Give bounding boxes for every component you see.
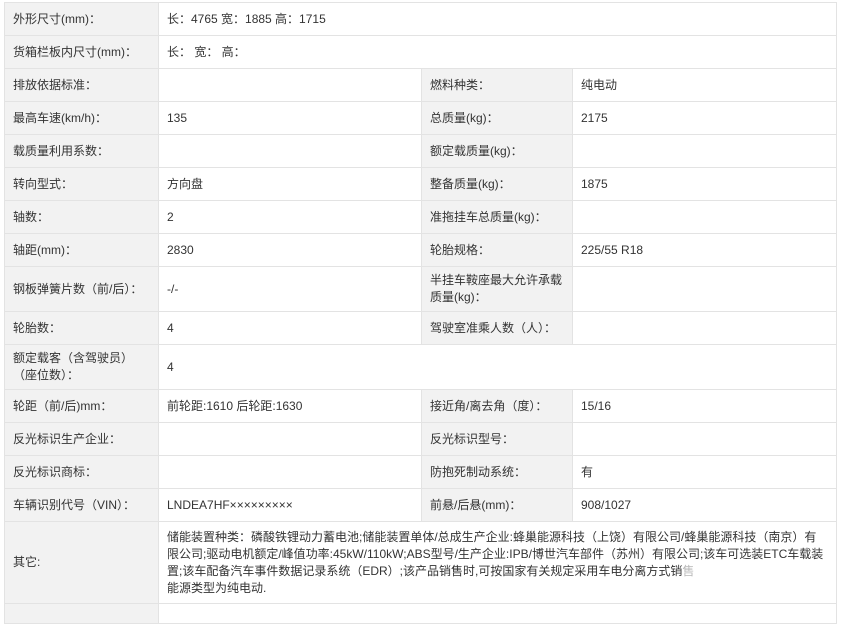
spec-label: 额定载客（含驾驶员）（座位数）： bbox=[4, 344, 159, 390]
spec-value: 长： 宽： 高： bbox=[157, 35, 838, 69]
table-row: 载质量利用系数： 额定载质量(kg)： bbox=[4, 134, 838, 168]
spec-label: 转向型式： bbox=[4, 167, 159, 201]
table-row: 轮胎数： 4 驾驶室准乘人数（人）： bbox=[4, 311, 838, 345]
spec-value: 前轮距:1610 后轮距:1630 bbox=[158, 389, 422, 423]
vehicle-spec-table: 外形尺寸(mm)： 长：4765 宽：1885 高：1715 货箱栏板内尺寸(m… bbox=[4, 2, 838, 624]
spec-value bbox=[158, 422, 422, 456]
spec-label: 前悬/后悬(mm)： bbox=[421, 488, 573, 522]
table-row: 排放依据标准： 燃料种类： 纯电动 bbox=[4, 68, 838, 102]
table-row: 反光标识生产企业： 反光标识型号： bbox=[4, 422, 838, 456]
spec-value: 4 bbox=[157, 344, 838, 390]
spec-label: 反光标识型号： bbox=[421, 422, 573, 456]
other-notes-text: 储能装置种类：磷酸铁锂动力蓄电池;储能装置单体/总成生产企业:蜂巢能源科技（上饶… bbox=[167, 529, 824, 578]
spec-label: 车辆识别代号（VIN）： bbox=[4, 488, 159, 522]
table-row: 轴距(mm)： 2830 轮胎规格： 225/55 R18 bbox=[4, 233, 838, 267]
spec-value: 长：4765 宽：1885 高：1715 bbox=[157, 2, 838, 36]
spec-value: 方向盘 bbox=[158, 167, 422, 201]
spec-value: 2 bbox=[158, 200, 422, 234]
spec-value: LNDEA7HF××××××××× bbox=[158, 488, 422, 522]
spec-value: -/- bbox=[158, 266, 422, 312]
table-row: 外形尺寸(mm)： 长：4765 宽：1885 高：1715 bbox=[4, 2, 838, 36]
spec-label: 防抱死制动系统： bbox=[421, 455, 573, 489]
spec-label: 轮胎数： bbox=[4, 311, 159, 345]
table-row: 最高车速(km/h)： 135 总质量(kg)： 2175 bbox=[4, 101, 838, 135]
spec-value: 15/16 bbox=[571, 389, 838, 423]
other-notes-line2: 能源类型为纯电动. bbox=[167, 580, 267, 595]
spec-value: 908/1027 bbox=[571, 488, 838, 522]
spec-label: 半挂车鞍座最大允许承载质量(kg)： bbox=[421, 266, 573, 312]
spec-label: 额定载质量(kg)： bbox=[421, 134, 573, 168]
spec-label: 轴距(mm)： bbox=[4, 233, 159, 267]
other-notes: 储能装置种类：磷酸铁锂动力蓄电池;储能装置单体/总成生产企业:蜂巢能源科技（上饶… bbox=[157, 521, 838, 604]
spec-label: 载质量利用系数： bbox=[4, 134, 159, 168]
spec-label: 反光标识生产企业： bbox=[4, 422, 159, 456]
spec-label: 准拖挂车总质量(kg)： bbox=[421, 200, 573, 234]
spec-value: 225/55 R18 bbox=[571, 233, 838, 267]
spec-label: 货箱栏板内尺寸(mm)： bbox=[4, 35, 159, 69]
spec-label-empty bbox=[4, 603, 159, 624]
table-row: 轮距（前/后)mm： 前轮距:1610 后轮距:1630 接近角/离去角（度）：… bbox=[4, 389, 838, 423]
spec-value bbox=[571, 200, 838, 234]
spec-label: 整备质量(kg)： bbox=[421, 167, 573, 201]
spec-label: 最高车速(km/h)： bbox=[4, 101, 159, 135]
spec-value: 2830 bbox=[158, 233, 422, 267]
spec-value bbox=[158, 134, 422, 168]
table-row: 转向型式： 方向盘 整备质量(kg)： 1875 bbox=[4, 167, 838, 201]
spec-value: 有 bbox=[571, 455, 838, 489]
table-row: 货箱栏板内尺寸(mm)： 长： 宽： 高： bbox=[4, 35, 838, 69]
spec-label: 轴数： bbox=[4, 200, 159, 234]
spec-value bbox=[158, 455, 422, 489]
spec-label: 反光标识商标： bbox=[4, 455, 159, 489]
spec-label: 钢板弹簧片数（前/后）： bbox=[4, 266, 159, 312]
spec-value bbox=[571, 266, 838, 312]
table-row-partial bbox=[4, 603, 838, 624]
spec-label: 轮距（前/后)mm： bbox=[4, 389, 159, 423]
spec-label: 轮胎规格： bbox=[421, 233, 573, 267]
spec-label: 其它: bbox=[4, 521, 159, 604]
spec-label: 外形尺寸(mm)： bbox=[4, 2, 159, 36]
spec-label: 驾驶室准乘人数（人）： bbox=[421, 311, 573, 345]
spec-value bbox=[571, 422, 838, 456]
spec-value: 2175 bbox=[571, 101, 838, 135]
spec-label: 燃料种类： bbox=[421, 68, 573, 102]
spec-value-empty bbox=[157, 603, 838, 624]
table-row: 钢板弹簧片数（前/后）： -/- 半挂车鞍座最大允许承载质量(kg)： bbox=[4, 266, 838, 312]
spec-value bbox=[571, 134, 838, 168]
spec-value bbox=[571, 311, 838, 345]
spec-label: 接近角/离去角（度）： bbox=[421, 389, 573, 423]
other-notes-faded-char: 售 bbox=[682, 563, 695, 578]
table-row: 反光标识商标： 防抱死制动系统： 有 bbox=[4, 455, 838, 489]
spec-value: 135 bbox=[158, 101, 422, 135]
spec-value bbox=[158, 68, 422, 102]
table-row: 额定载客（含驾驶员）（座位数）： 4 bbox=[4, 344, 838, 390]
spec-value: 4 bbox=[158, 311, 422, 345]
spec-label: 排放依据标准： bbox=[4, 68, 159, 102]
table-row-other: 其它: 储能装置种类：磷酸铁锂动力蓄电池;储能装置单体/总成生产企业:蜂巢能源科… bbox=[4, 521, 838, 604]
spec-value: 1875 bbox=[571, 167, 838, 201]
spec-value: 纯电动 bbox=[571, 68, 838, 102]
table-row: 车辆识别代号（VIN）： LNDEA7HF××××××××× 前悬/后悬(mm)… bbox=[4, 488, 838, 522]
spec-label: 总质量(kg)： bbox=[421, 101, 573, 135]
table-row: 轴数： 2 准拖挂车总质量(kg)： bbox=[4, 200, 838, 234]
